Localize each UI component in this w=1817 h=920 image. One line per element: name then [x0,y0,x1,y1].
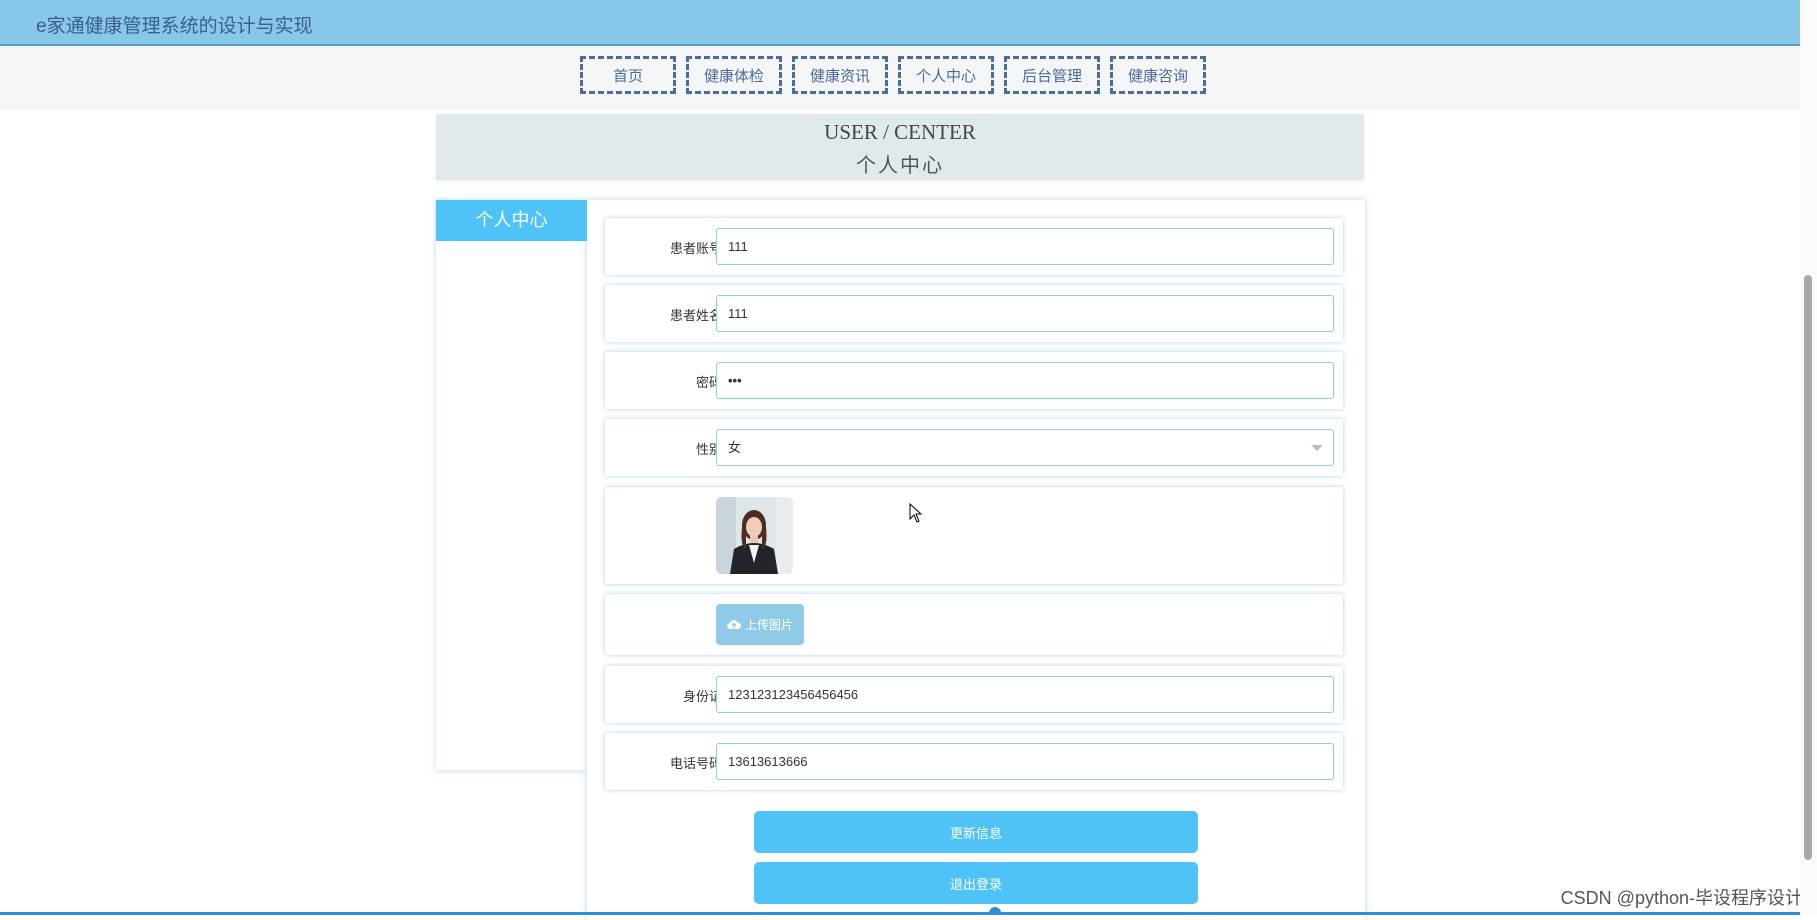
account-input[interactable]: 111 [716,228,1334,265]
upload-row: 上传图片 [605,594,1343,655]
nav-item-admin[interactable]: 后台管理 [1004,56,1100,94]
cloud-upload-icon [727,620,741,630]
idcard-row: 身份证 123123123456456456 [605,666,1343,723]
name-input[interactable]: 111 [716,295,1334,332]
progress-handle[interactable] [989,907,1001,915]
idcard-label: 身份证 [682,689,722,704]
scrollbar-thumb[interactable] [1804,275,1812,860]
name-label: 患者姓名 [669,308,722,323]
scrollbar[interactable] [1800,0,1817,915]
password-label: 密码 [695,375,722,390]
nav-item-user-center[interactable]: 个人中心 [898,56,994,94]
avatar-photo-icon [716,497,793,574]
nav-item-health-consult[interactable]: 健康咨询 [1110,56,1206,94]
page-title-en: USER / CENTER [824,120,976,144]
logout-button[interactable]: 退出登录 [754,862,1198,904]
watermark: CSDN @python-毕设程序设计 [1560,888,1803,908]
page-header: USER / CENTER 个人中心 [436,114,1364,180]
account-label: 患者账号 [669,241,722,256]
profile-form: 患者账号 111 患者姓名 111 密码 ••• 性别 女 上传图片 身份证 1… [587,200,1365,920]
gender-row: 性别 女 [605,419,1343,476]
avatar-row [605,487,1343,584]
chevron-down-icon [1311,445,1323,451]
page-title-cn: 个人中心 [856,155,944,177]
nav-item-health-news[interactable]: 健康资讯 [792,56,888,94]
phone-label: 电话号码 [669,756,722,771]
idcard-input[interactable]: 123123123456456456 [716,676,1334,713]
phone-row: 电话号码 13613613666 [605,733,1343,790]
app-title: e家通健康管理系统的设计与实现 [36,16,313,37]
gender-select[interactable]: 女 [716,429,1334,466]
sidebar: 个人中心 [436,200,587,770]
main-nav: 首页 健康体检 健康资讯 个人中心 后台管理 健康咨询 [580,56,1206,94]
top-bar: e家通健康管理系统的设计与实现 [0,0,1800,46]
name-row: 患者姓名 111 [605,285,1343,342]
gender-value: 女 [728,440,742,455]
nav-item-home[interactable]: 首页 [580,56,676,94]
sidebar-item-user-center[interactable]: 个人中心 [436,200,587,241]
mouse-cursor-icon [909,503,923,523]
upload-image-label: 上传图片 [744,618,793,632]
gender-label: 性别 [695,442,722,457]
password-row: 密码 ••• [605,352,1343,409]
nav-item-health-checkup[interactable]: 健康体检 [686,56,782,94]
avatar [716,497,793,574]
phone-input[interactable]: 13613613666 [716,743,1334,780]
update-info-button[interactable]: 更新信息 [754,811,1198,853]
account-row: 患者账号 111 [605,218,1343,275]
upload-image-button[interactable]: 上传图片 [716,604,804,645]
password-input[interactable]: ••• [716,362,1334,399]
nav-strip: 首页 健康体检 健康资讯 个人中心 后台管理 健康咨询 [0,46,1800,110]
